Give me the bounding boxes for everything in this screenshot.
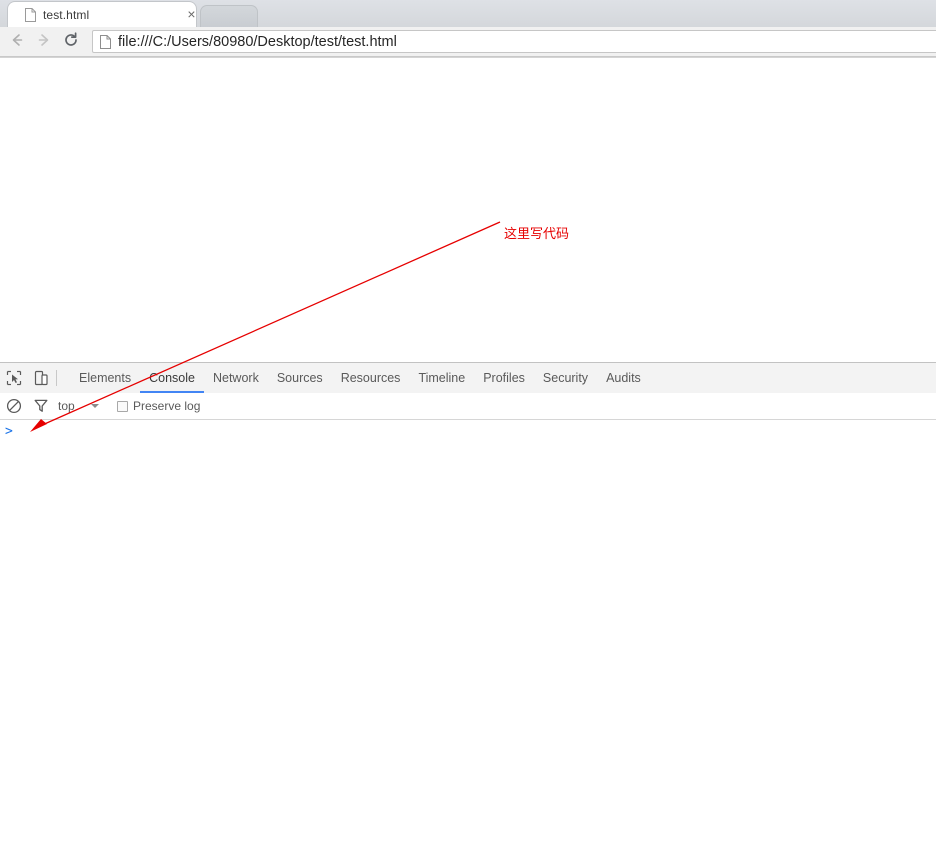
tab-resources[interactable]: Resources [332, 363, 410, 393]
browser-toolbar: file:///C:/Users/80980/Desktop/test/test… [0, 27, 936, 57]
back-button[interactable] [6, 31, 28, 53]
preserve-log-label: Preserve log [133, 399, 201, 413]
arrow-left-icon [12, 34, 23, 46]
close-icon[interactable]: × [184, 7, 199, 22]
tab-sources[interactable]: Sources [268, 363, 332, 393]
preserve-log-checkbox[interactable] [117, 400, 128, 412]
console-output[interactable]: > [0, 420, 936, 846]
address-bar-value: file:///C:/Users/80980/Desktop/test/test… [118, 34, 397, 50]
console-prompt-icon: > [5, 424, 13, 439]
reload-icon [65, 32, 77, 46]
page-icon [100, 35, 111, 49]
devtools-tabbar: Elements Console Network Sources Resourc… [0, 363, 936, 394]
tab-timeline[interactable]: Timeline [409, 363, 474, 393]
tab-title: test.html [43, 8, 90, 22]
tab-security[interactable]: Security [534, 363, 597, 393]
reload-button[interactable] [60, 31, 82, 53]
execution-context-label: top [58, 399, 75, 413]
toolbar-divider [56, 370, 57, 386]
console-input[interactable] [20, 424, 920, 440]
chevron-down-icon [90, 404, 99, 408]
arrow-right-icon [38, 34, 49, 46]
console-toolbar: top Preserve log [0, 393, 936, 420]
browser-tab-test-html[interactable]: test.html × [8, 2, 196, 27]
browser-window: test.html × file:///C:/Users/80980/Deskt… [0, 0, 936, 846]
tab-audits[interactable]: Audits [597, 363, 650, 393]
address-bar[interactable]: file:///C:/Users/80980/Desktop/test/test… [92, 30, 936, 53]
annotation-label: 这里写代码 [504, 226, 570, 241]
clear-console-icon[interactable] [5, 397, 23, 415]
tab-console[interactable]: Console [140, 363, 204, 393]
tab-profiles[interactable]: Profiles [474, 363, 534, 393]
tab-network[interactable]: Network [204, 363, 268, 393]
browser-tab-inactive[interactable] [200, 5, 258, 28]
tab-strip: test.html × [0, 0, 936, 28]
devtools-tab-list: Elements Console Network Sources Resourc… [70, 363, 650, 393]
preserve-log-toggle[interactable]: Preserve log [117, 397, 200, 415]
execution-context-selector[interactable]: top [58, 397, 99, 415]
forward-button[interactable] [33, 31, 55, 53]
inspect-element-icon[interactable] [5, 369, 23, 387]
devtools-panel: Elements Console Network Sources Resourc… [0, 362, 936, 846]
page-viewport [0, 57, 936, 362]
filter-icon[interactable] [32, 397, 50, 415]
tab-elements[interactable]: Elements [70, 363, 140, 393]
page-icon [25, 8, 36, 22]
device-toolbar-icon[interactable] [32, 369, 50, 387]
